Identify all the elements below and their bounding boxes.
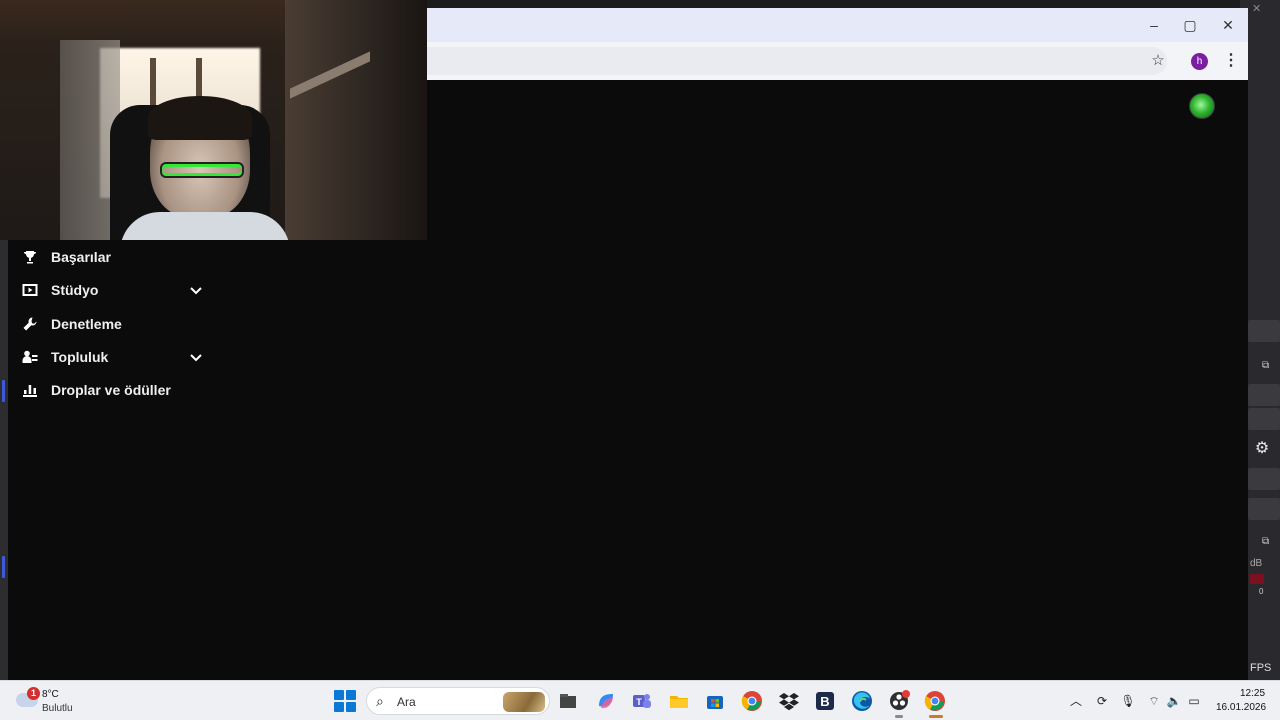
- webcam-person-glasses: [160, 162, 244, 178]
- system-tray: ︿ ⟳ 🎙 ⌔ 🔈 ▭: [1066, 681, 1280, 720]
- profile-avatar[interactable]: h: [1191, 53, 1208, 70]
- dropbox-icon[interactable]: [778, 690, 800, 712]
- drops-icon: [22, 382, 38, 398]
- clock-date[interactable]: 16.01.2026: [1216, 702, 1266, 713]
- webcam-person-hair: [148, 96, 252, 140]
- obs-dock-strip: [1248, 498, 1280, 520]
- webcam-cabinet: [285, 0, 427, 240]
- sidebar-item-label: Denetleme: [51, 316, 122, 332]
- selection-marker: [2, 380, 5, 402]
- bookmark-star-icon[interactable]: ☆: [1149, 52, 1167, 70]
- start-pane: [346, 690, 356, 700]
- sidebar-item-achievements[interactable]: Başarılar: [22, 245, 222, 269]
- store-icon[interactable]: [704, 690, 726, 712]
- search-highlight-image: [503, 692, 545, 712]
- sidebar-item-label: Droplar ve ödüller: [51, 382, 171, 398]
- selection-marker: [2, 556, 5, 578]
- obs-icon[interactable]: [888, 690, 910, 712]
- copilot-icon[interactable]: [595, 690, 617, 712]
- wifi-icon[interactable]: ⌔: [1146, 693, 1162, 709]
- obs-dock-strip: [1248, 320, 1280, 342]
- notification-badge: 1: [27, 687, 40, 700]
- volume-icon[interactable]: 🔈: [1166, 693, 1182, 709]
- chrome-active-icon[interactable]: [924, 690, 946, 712]
- microphone-icon[interactable]: 🎙: [1120, 693, 1136, 709]
- sidebar-item-moderation[interactable]: Denetleme: [22, 312, 222, 336]
- browser-toolbar: ☆ h ⋮: [427, 42, 1248, 80]
- svg-text:B: B: [820, 694, 829, 709]
- taskbar-search[interactable]: ⌕ Ara: [366, 687, 550, 715]
- video-play-icon: [22, 282, 38, 298]
- gear-icon[interactable]: ⚙: [1253, 440, 1271, 458]
- sidebar-item-label: Başarılar: [51, 249, 111, 265]
- weather-widget[interactable]: 1 8°C Bulutlu: [14, 687, 94, 717]
- sidebar-item-studio[interactable]: Stüdyo: [22, 278, 222, 302]
- background-app-edge: [0, 240, 8, 680]
- search-placeholder: Ara: [397, 695, 416, 709]
- taskbar: 1 8°C Bulutlu ⌕ Ara T B ︿ ⟳ 🎙 ⌔ 🔈 ▭ 12:2…: [0, 680, 1280, 720]
- battery-icon[interactable]: ▭: [1186, 693, 1202, 709]
- windows-start-icon[interactable]: [334, 690, 356, 712]
- sidebar-item-label: Topluluk: [51, 349, 109, 365]
- clock-time[interactable]: 12:25: [1240, 688, 1265, 699]
- browser-titlebar[interactable]: – ▢ ✕: [427, 8, 1248, 42]
- edge-icon[interactable]: [851, 690, 873, 712]
- community-icon: [22, 349, 38, 365]
- more-menu-icon[interactable]: ⋮: [1223, 52, 1239, 70]
- wrench-icon: [22, 316, 38, 332]
- dashboard-sidebar: Başarılar Stüdyo Denetleme Topluluk Drop…: [8, 240, 1248, 680]
- chrome-icon[interactable]: [741, 690, 763, 712]
- b-app-icon[interactable]: B: [814, 690, 836, 712]
- minimize-button[interactable]: –: [1145, 16, 1163, 34]
- chevron-up-icon[interactable]: ︿: [1068, 693, 1084, 709]
- sync-icon[interactable]: ⟳: [1094, 693, 1110, 709]
- weather-description: Bulutlu: [42, 703, 73, 714]
- active-indicator: [929, 715, 943, 718]
- chevron-down-icon[interactable]: [188, 282, 204, 298]
- running-indicator: [895, 715, 903, 718]
- teams-icon[interactable]: T: [631, 690, 653, 712]
- maximize-button[interactable]: ▢: [1181, 16, 1199, 34]
- trophy-icon: [22, 249, 38, 265]
- sidebar-item-label: Stüdyo: [51, 282, 99, 298]
- undock-icon[interactable]: ⧉: [1262, 536, 1269, 547]
- obs-dock-strip: [1248, 384, 1280, 406]
- file-explorer-icon[interactable]: [557, 690, 579, 712]
- obs-close-icon[interactable]: ✕: [1252, 2, 1261, 15]
- close-window-button[interactable]: ✕: [1219, 16, 1237, 34]
- sidebar-item-community[interactable]: Topluluk: [22, 345, 222, 369]
- start-pane: [334, 690, 344, 700]
- search-icon: ⌕: [376, 693, 384, 709]
- start-pane: [346, 702, 356, 712]
- start-pane: [334, 702, 344, 712]
- obs-dock-strip: [1248, 468, 1280, 490]
- address-bar[interactable]: [427, 47, 1167, 75]
- audio-meter-zero: 0: [1259, 587, 1264, 596]
- weather-temperature: 8°C: [42, 689, 59, 700]
- chevron-down-icon[interactable]: [188, 349, 204, 365]
- webcam-person-body: [120, 212, 290, 240]
- audio-meter: [1250, 574, 1264, 584]
- svg-text:T: T: [636, 697, 642, 707]
- obs-dock-strip: [1248, 408, 1280, 430]
- user-avatar[interactable]: [1189, 93, 1215, 119]
- sidebar-item-drops-rewards[interactable]: Droplar ve ödüller: [22, 378, 262, 402]
- webcam-overlay: [0, 0, 427, 240]
- audio-db-label: dB: [1250, 558, 1263, 569]
- undock-icon[interactable]: ⧉: [1262, 360, 1269, 371]
- folder-icon[interactable]: [668, 690, 690, 712]
- fps-label: FPS: [1250, 662, 1272, 674]
